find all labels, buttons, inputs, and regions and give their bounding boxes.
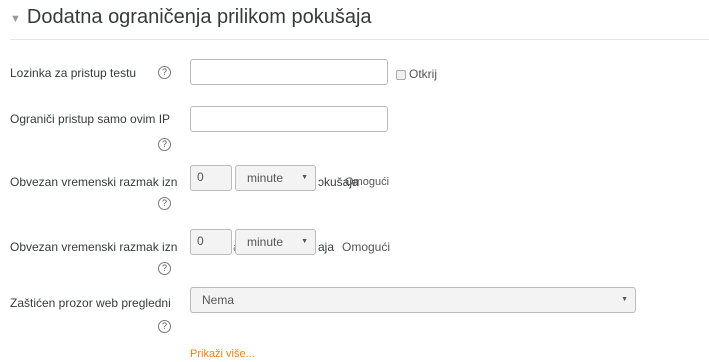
reveal-label[interactable]: Otkrij bbox=[409, 67, 437, 81]
delay2-unit-text: minute bbox=[247, 235, 284, 249]
show-more-link[interactable]: Prikaži više... bbox=[190, 348, 255, 360]
delay2-enable-label[interactable]: Omogući bbox=[342, 240, 390, 254]
delay1-enable-label[interactable]: Omogući bbox=[345, 176, 389, 188]
ip-label: Ograniči pristup samo ovim IP bbox=[10, 112, 171, 126]
delay2-suffix: aja bbox=[318, 240, 335, 254]
delay1-label: Obvezan vremenski razmak izn bbox=[10, 175, 178, 189]
help-icon[interactable]: ? bbox=[158, 66, 171, 79]
section-title: Dodatna ograničenja prilikom pokušaja bbox=[26, 6, 372, 28]
dropdown-arrow-icon: ▼ bbox=[621, 296, 628, 303]
browser-label: Zaštićen prozor web pregledni bbox=[10, 296, 171, 310]
caret-down-icon[interactable]: ▼ bbox=[10, 13, 21, 25]
section-header[interactable]: ▼ Dodatna ograničenja prilikom pokušaja bbox=[10, 6, 372, 29]
help-icon[interactable]: ? bbox=[158, 262, 171, 275]
browser-security-select[interactable]: Nema ▼ bbox=[190, 287, 636, 313]
delay1-unit-text: minute bbox=[247, 171, 284, 185]
password-label: Lozinka za pristup testu bbox=[10, 66, 137, 80]
delay1-unit-select[interactable]: minute ▼ bbox=[235, 165, 316, 191]
section-divider bbox=[10, 39, 709, 40]
dropdown-arrow-icon: ▼ bbox=[301, 174, 308, 181]
dropdown-arrow-icon: ▼ bbox=[301, 238, 308, 245]
delay2-label: Obvezan vremenski razmak izn bbox=[10, 240, 178, 254]
password-input[interactable] bbox=[190, 59, 388, 85]
help-icon[interactable]: ? bbox=[158, 320, 171, 333]
delay1-value[interactable]: 0 bbox=[190, 165, 232, 191]
help-icon[interactable]: ? bbox=[158, 138, 171, 151]
delay2-unit-select[interactable]: minute ▼ bbox=[235, 229, 316, 255]
browser-security-value: Nema bbox=[202, 293, 235, 307]
ip-input[interactable] bbox=[190, 106, 388, 132]
delay2-value[interactable]: 0 bbox=[190, 229, 232, 255]
help-icon[interactable]: ? bbox=[158, 197, 171, 210]
reveal-checkbox[interactable] bbox=[396, 70, 406, 80]
